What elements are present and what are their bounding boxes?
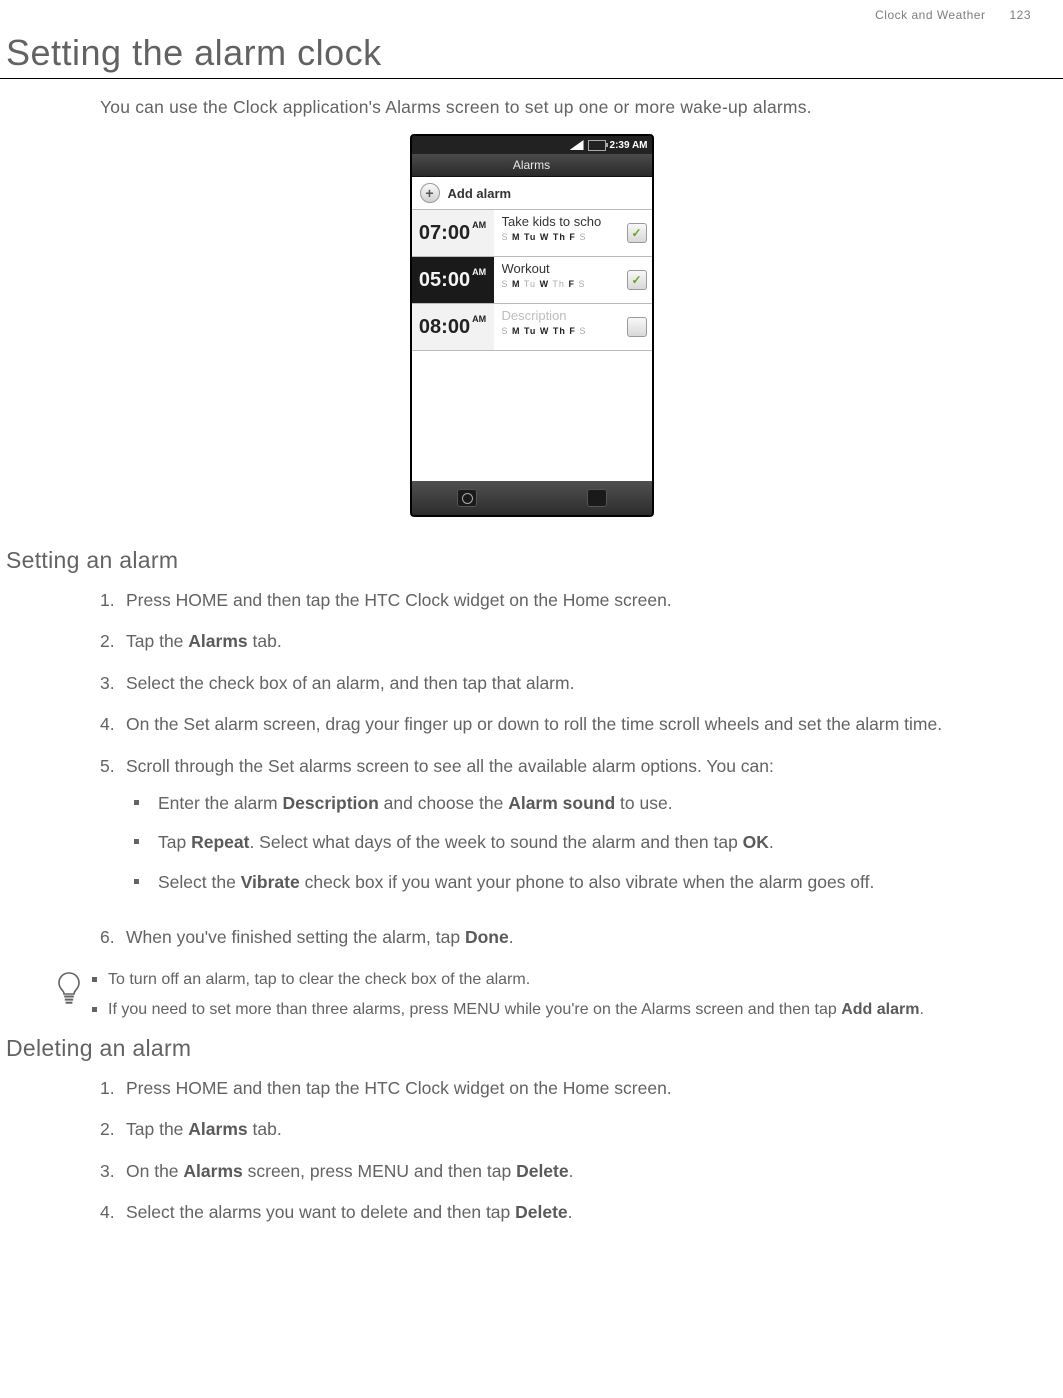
- add-alarm-label: Add alarm: [448, 186, 512, 201]
- list-item: When you've finished setting the alarm, …: [100, 925, 1063, 966]
- text-bold: OK: [743, 832, 769, 852]
- text: check box if you want your phone to also…: [300, 872, 875, 892]
- text: Tap the: [126, 631, 188, 651]
- text-bold: Alarms: [188, 631, 247, 651]
- text: When you've finished setting the alarm, …: [126, 927, 465, 947]
- alarm-days: S M Tu W Th F S: [502, 279, 616, 289]
- alarm-body: Workout S M Tu W Th F S: [494, 257, 622, 303]
- text: .: [769, 832, 774, 852]
- text-bold: Delete: [515, 1202, 568, 1222]
- tip-box: To turn off an alarm, tap to clear the c…: [56, 968, 1063, 1026]
- checkmark-icon: ✓: [627, 317, 647, 337]
- list-item: On the Alarms screen, press MENU and the…: [100, 1159, 1063, 1200]
- text-bold: Alarms: [188, 1119, 247, 1139]
- alarm-description: Description: [502, 308, 616, 323]
- text: and choose the: [379, 793, 508, 813]
- text-bold: Alarms: [183, 1161, 242, 1181]
- text-bold: Vibrate: [241, 872, 300, 892]
- tip-list: To turn off an alarm, tap to clear the c…: [90, 968, 1033, 1026]
- list-item: Enter the alarm Description and choose t…: [126, 791, 1027, 830]
- status-time: 2:39 AM: [610, 140, 648, 151]
- text-bold: Alarm sound: [508, 793, 615, 813]
- text: to use.: [615, 793, 672, 813]
- alarm-time: 05:00AM: [412, 257, 494, 303]
- phone-frame: 2:39 AM Alarms + Add alarm 07:00AMTake k…: [410, 134, 654, 517]
- page-title: Setting the alarm clock: [6, 32, 1063, 74]
- text: Enter the alarm: [158, 793, 283, 813]
- list-item: If you need to set more than three alarm…: [90, 998, 1033, 1027]
- other-tab-icon[interactable]: [587, 489, 607, 507]
- alarm-days: S M Tu W Th F S: [502, 232, 616, 242]
- setting-sub-bullets: Enter the alarm Description and choose t…: [126, 791, 1027, 909]
- alarm-checkbox[interactable]: ✓: [622, 210, 652, 256]
- intro-text: You can use the Clock application's Alar…: [100, 97, 1063, 118]
- list-item: Tap the Alarms tab.: [100, 629, 1063, 670]
- alarm-days: S M Tu W Th F S: [502, 326, 616, 336]
- page-number: 123: [1009, 8, 1031, 22]
- alarm-row[interactable]: 08:00AM Description S M Tu W Th F S ✓: [412, 304, 652, 351]
- text: Tap: [158, 832, 191, 852]
- text-bold: Repeat: [191, 832, 249, 852]
- text: Tap the: [126, 1119, 188, 1139]
- checkmark-icon: ✓: [627, 223, 647, 243]
- alarm-checkbox[interactable]: ✓: [622, 304, 652, 350]
- text: Select the: [158, 872, 241, 892]
- alarm-checkbox[interactable]: ✓: [622, 257, 652, 303]
- alarm-body: Take kids to scho S M Tu W Th F S: [494, 210, 622, 256]
- text: .: [569, 1161, 574, 1181]
- list-item: Press HOME and then tap the HTC Clock wi…: [100, 588, 1063, 629]
- setting-steps: Press HOME and then tap the HTC Clock wi…: [100, 588, 1063, 966]
- list-item: Select the Vibrate check box if you want…: [126, 870, 1027, 909]
- status-bar: 2:39 AM: [412, 136, 652, 154]
- list-item: Press HOME and then tap the HTC Clock wi…: [100, 1076, 1063, 1117]
- title-divider: [0, 78, 1063, 79]
- heading-setting-alarm: Setting an alarm: [6, 547, 1063, 574]
- phone-screenshot: 2:39 AM Alarms + Add alarm 07:00AMTake k…: [0, 134, 1063, 517]
- text: If you need to set more than three alarm…: [108, 1001, 841, 1018]
- text-bold: Description: [283, 793, 379, 813]
- list-item: To turn off an alarm, tap to clear the c…: [90, 968, 1033, 997]
- phone-bottom-bar: [412, 481, 652, 515]
- text-bold: Delete: [516, 1161, 569, 1181]
- breadcrumb: Clock and Weather: [875, 8, 985, 22]
- lightbulb-icon: [56, 968, 90, 1026]
- text: .: [568, 1202, 573, 1222]
- text: Select the alarms you want to delete and…: [126, 1202, 515, 1222]
- plus-icon: +: [420, 183, 440, 203]
- text: .: [509, 927, 514, 947]
- text: . Select what days of the week to sound …: [249, 832, 742, 852]
- alarm-row[interactable]: 07:00AM Take kids to scho S M Tu W Th F S ✓: [412, 210, 652, 257]
- phone-blank-area: [412, 351, 652, 481]
- list-item: Tap the Alarms tab.: [100, 1117, 1063, 1158]
- signal-icon: [570, 140, 584, 150]
- alarms-screen-title: Alarms: [412, 154, 652, 177]
- page-header: Clock and Weather 123: [0, 8, 1063, 32]
- alarm-description: Workout: [502, 261, 616, 276]
- alarm-time: 08:00AM: [412, 304, 494, 350]
- checkmark-icon: ✓: [627, 270, 647, 290]
- list-item: Select the check box of an alarm, and th…: [100, 671, 1063, 712]
- heading-deleting-alarm: Deleting an alarm: [6, 1035, 1063, 1062]
- battery-icon: [588, 140, 606, 151]
- text: .: [919, 1001, 923, 1018]
- text: screen, press MENU and then tap: [243, 1161, 516, 1181]
- alarm-body: Description S M Tu W Th F S: [494, 304, 622, 350]
- add-alarm-row[interactable]: + Add alarm: [412, 177, 652, 210]
- text: Scroll through the Set alarms screen to …: [126, 756, 774, 776]
- text: tab.: [248, 1119, 282, 1139]
- deleting-steps: Press HOME and then tap the HTC Clock wi…: [100, 1076, 1063, 1242]
- text-bold: Add alarm: [841, 1001, 919, 1018]
- alarm-row[interactable]: 05:00AM Workout S M Tu W Th F S ✓: [412, 257, 652, 304]
- alarm-description: Take kids to scho: [502, 214, 616, 229]
- text-bold: Done: [465, 927, 509, 947]
- alarm-time: 07:00AM: [412, 210, 494, 256]
- list-item: Scroll through the Set alarms screen to …: [100, 754, 1063, 926]
- text: On the: [126, 1161, 183, 1181]
- text: tab.: [248, 631, 282, 651]
- clock-tab-icon[interactable]: [457, 489, 477, 507]
- list-item: On the Set alarm screen, drag your finge…: [100, 712, 1063, 753]
- list-item: Select the alarms you want to delete and…: [100, 1200, 1063, 1241]
- list-item: Tap Repeat. Select what days of the week…: [126, 830, 1027, 869]
